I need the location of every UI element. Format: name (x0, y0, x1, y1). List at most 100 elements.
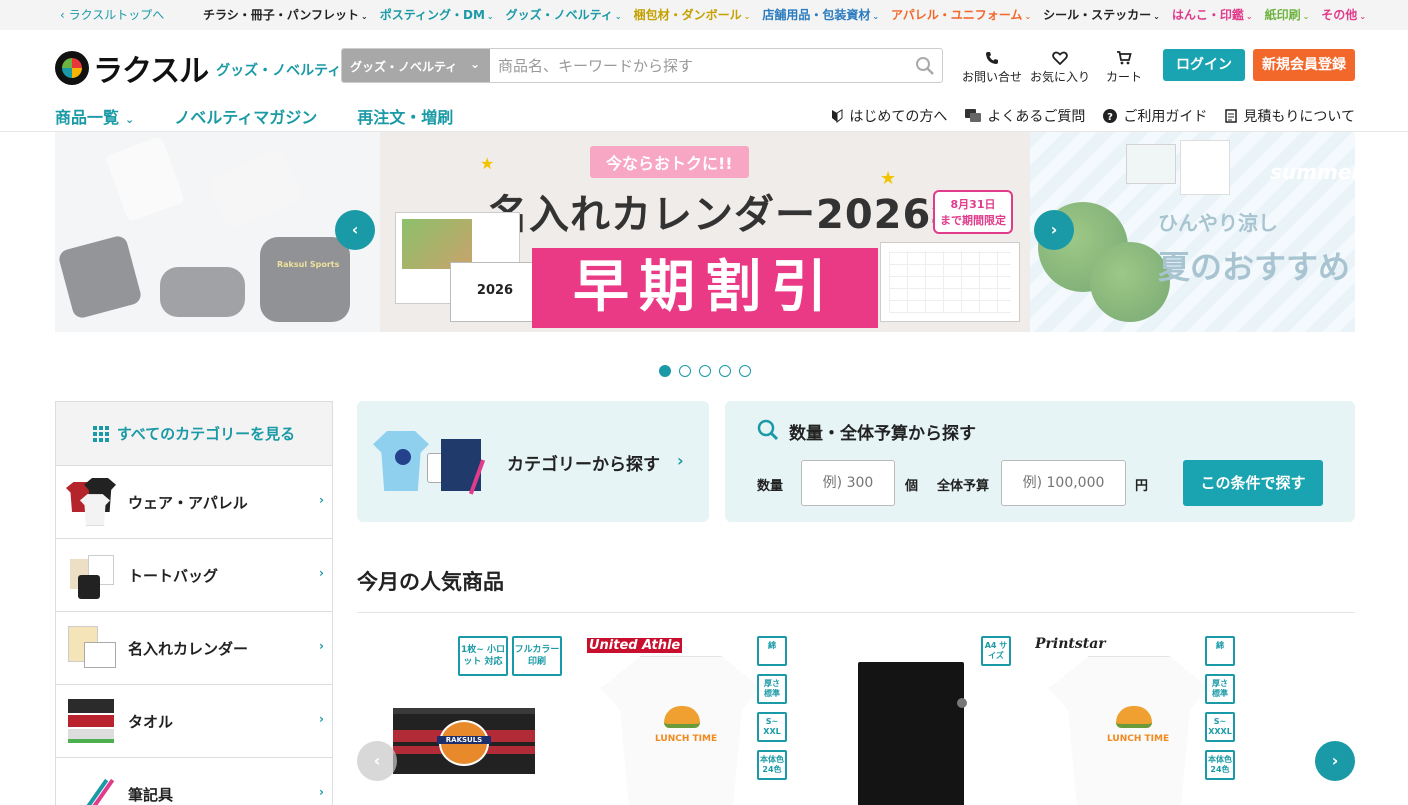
sidebar-item-apparel[interactable]: ウェア・アパレル › (56, 466, 332, 539)
chevron-right-icon: › (677, 451, 684, 470)
top-category-bar: ‹ ラクスルトップへ チラシ・冊子・パンフレット ⌄ ポスティング・DM ⌄ グッズ・ノ… (0, 0, 1408, 30)
chevron-left-icon: ‹ (60, 8, 65, 22)
popular-divider (357, 612, 1355, 613)
product-card-united-athle-tshirt[interactable]: United Athle LUNCH TIME 綿 厚さ 標準 S~ XXL 本… (587, 636, 795, 805)
chevron-right-icon: › (319, 566, 324, 580)
chevron-down-icon: ⌄ (1302, 12, 1310, 21)
hero-slide-summer[interactable]: summer ひんやり涼し 夏のおすすめ (1030, 132, 1355, 332)
site-logo[interactable]: ラクスル グッズ・ノベルティ (55, 46, 341, 90)
chevron-down-icon: ⌄ (743, 12, 751, 21)
tag-a4-size: A4 サイズ (981, 636, 1011, 666)
carousel-dot[interactable] (739, 365, 751, 377)
chevron-down-icon: ⌄ (486, 12, 494, 21)
sub-nav: はじめての方へ よくあるご質問 ? ご利用ガイド 見積もりについて (831, 106, 1355, 126)
hero-slide-calendar[interactable]: 今ならおトクに!! 名入れカレンダー2026年 8月31日 まで期間限定 202… (380, 132, 1030, 332)
chevron-down-icon: ⌄ (1245, 12, 1253, 21)
white-tshirt-image (601, 656, 761, 805)
header-icons: お問い合せ お気に入り カート (958, 48, 1154, 85)
subnav-guide[interactable]: ? ご利用ガイド (1103, 106, 1207, 126)
brand-printstar: Printstar (1035, 636, 1106, 652)
popular-next-button[interactable]: › (1315, 741, 1355, 781)
cart-link[interactable]: カート (1094, 48, 1154, 85)
subnav-faq[interactable]: よくあるご質問 (965, 106, 1085, 126)
svg-text:?: ? (1108, 112, 1114, 123)
burger-print-icon (1116, 706, 1152, 728)
faq-icon (965, 109, 982, 122)
chevron-down-icon: ⌄ (469, 57, 480, 71)
beginner-mark-icon (832, 109, 843, 123)
popular-prev-button[interactable]: ‹ (357, 741, 397, 781)
nav-item-products[interactable]: 商品一覧 ⌄ (55, 104, 134, 128)
hero-period-badge: 8月31日 まで期間限定 (933, 190, 1013, 234)
phone-icon (986, 52, 998, 64)
chevron-down-icon: ⌄ (1153, 12, 1160, 21)
top-category-item[interactable]: シール・ステッカー ⌄ (1043, 6, 1160, 23)
chevron-down-icon: ⌄ (1024, 12, 1032, 21)
search-by-conditions-button[interactable]: この条件で探す (1183, 460, 1323, 506)
quantity-input[interactable] (801, 460, 895, 506)
search-input[interactable] (490, 49, 908, 82)
hero-ribbon: 今ならおトクに!! (590, 146, 749, 178)
help-icon: ? (1103, 109, 1118, 123)
subnav-estimate[interactable]: 見積もりについて (1225, 106, 1355, 126)
tag-small-lot: 1枚~ 小ロット 対応 (458, 636, 508, 676)
category-sidebar: すべてのカテゴリーを見る ウェア・アパレル › トートバッグ › 名入れカレンダ… (55, 401, 333, 805)
carousel-dot[interactable] (659, 365, 671, 377)
favorite-link[interactable]: お気に入り (1026, 48, 1094, 85)
carousel-dot[interactable] (719, 365, 731, 377)
product-card-clear-file[interactable]: A4 サイズ (811, 636, 1019, 805)
all-categories-link[interactable]: すべてのカテゴリーを見る (56, 402, 332, 466)
login-button[interactable]: ログイン (1163, 49, 1245, 81)
contact-link[interactable]: お問い合せ (958, 48, 1026, 85)
tag-full-color: フルカラー 印刷 (512, 636, 562, 676)
main-nav: 商品一覧 ⌄ ノベルティマガジン 再注文・増刷 (55, 104, 453, 128)
sidebar-item-totebag[interactable]: トートバッグ › (56, 539, 332, 612)
search-icon (757, 419, 779, 441)
tshirt-thumb-image (66, 476, 118, 528)
hero-title: 名入れカレンダー2026年 (488, 192, 973, 238)
hero-next-button[interactable]: › (1034, 210, 1074, 250)
hero-carousel: Raksul Sports 今ならおトクに!! 名入れカレンダー2026年 8月… (55, 132, 1355, 332)
chevron-down-icon: ⌄ (361, 12, 368, 21)
subnav-beginners[interactable]: はじめての方へ (831, 106, 947, 126)
chevron-left-icon: ‹ (351, 220, 359, 239)
top-category-item[interactable]: はんこ・印鑑 ⌄ (1172, 6, 1253, 23)
top-category-item[interactable]: チラシ・冊子・パンフレット ⌄ (203, 6, 368, 23)
search-scope-select[interactable]: グッズ・ノベルティ ⌄ (342, 49, 490, 82)
category-search-panel[interactable]: カテゴリーから探す › (357, 401, 709, 522)
star-icon: ★ (480, 154, 495, 173)
brand-united-athle: United Athle (587, 638, 683, 653)
hero-slide-gadgets[interactable]: Raksul Sports (55, 132, 380, 332)
chevron-down-icon: ⌄ (1359, 12, 1367, 21)
calendar-desk-image: 2026 (450, 262, 540, 322)
carousel-dots (659, 365, 751, 377)
nav-item-reorder[interactable]: 再注文・増刷 (357, 104, 453, 128)
top-category-item[interactable]: 店舗用品・包装資材 ⌄ (762, 6, 879, 23)
chevron-left-icon: ‹ (373, 751, 381, 770)
top-category-item[interactable]: グッズ・ノベルティ ⌄ (506, 6, 622, 23)
carousel-dot[interactable] (699, 365, 711, 377)
top-category-item[interactable]: ポスティング・DM ⌄ (380, 6, 494, 23)
budget-input[interactable] (1001, 460, 1126, 506)
top-category-item[interactable]: アパレル・ユニフォーム ⌄ (891, 6, 1031, 23)
product-card-printstar-tshirt[interactable]: Printstar LUNCH TIME 綿 厚さ 標準 S~ XXXL 本体色… (1035, 636, 1243, 805)
hero-prev-button[interactable]: ‹ (335, 210, 375, 250)
top-category-item[interactable]: 梱包材・ダンボール ⌄ (634, 6, 751, 23)
raksul-top-link[interactable]: ‹ ラクスルトップへ (60, 6, 164, 23)
sidebar-item-calendar[interactable]: 名入れカレンダー › (56, 612, 332, 685)
top-category-item[interactable]: その他 ⌄ (1321, 6, 1366, 23)
top-category-item[interactable]: 紙印刷 ⌄ (1265, 6, 1310, 23)
quantity-search-title: 数量・全体予算から探す (789, 424, 976, 444)
signup-button[interactable]: 新規会員登録 (1253, 49, 1355, 81)
chevron-right-icon: › (319, 785, 324, 799)
nav-item-magazine[interactable]: ノベルティマガジン (174, 104, 317, 128)
carousel-dot[interactable] (679, 365, 691, 377)
chevron-down-icon: ⌄ (125, 113, 135, 126)
search-button[interactable] (908, 49, 942, 82)
popular-title: 今月の人気商品 (357, 570, 504, 594)
sidebar-item-pens[interactable]: 筆記具 › (56, 758, 332, 805)
cart-icon (1117, 51, 1132, 65)
chevron-down-icon: ⌄ (614, 12, 622, 21)
sidebar-item-towel[interactable]: タオル › (56, 685, 332, 758)
product-card-towel[interactable]: 1枚~ 小ロット 対応 フルカラー 印刷 RAKSULS (371, 636, 579, 805)
